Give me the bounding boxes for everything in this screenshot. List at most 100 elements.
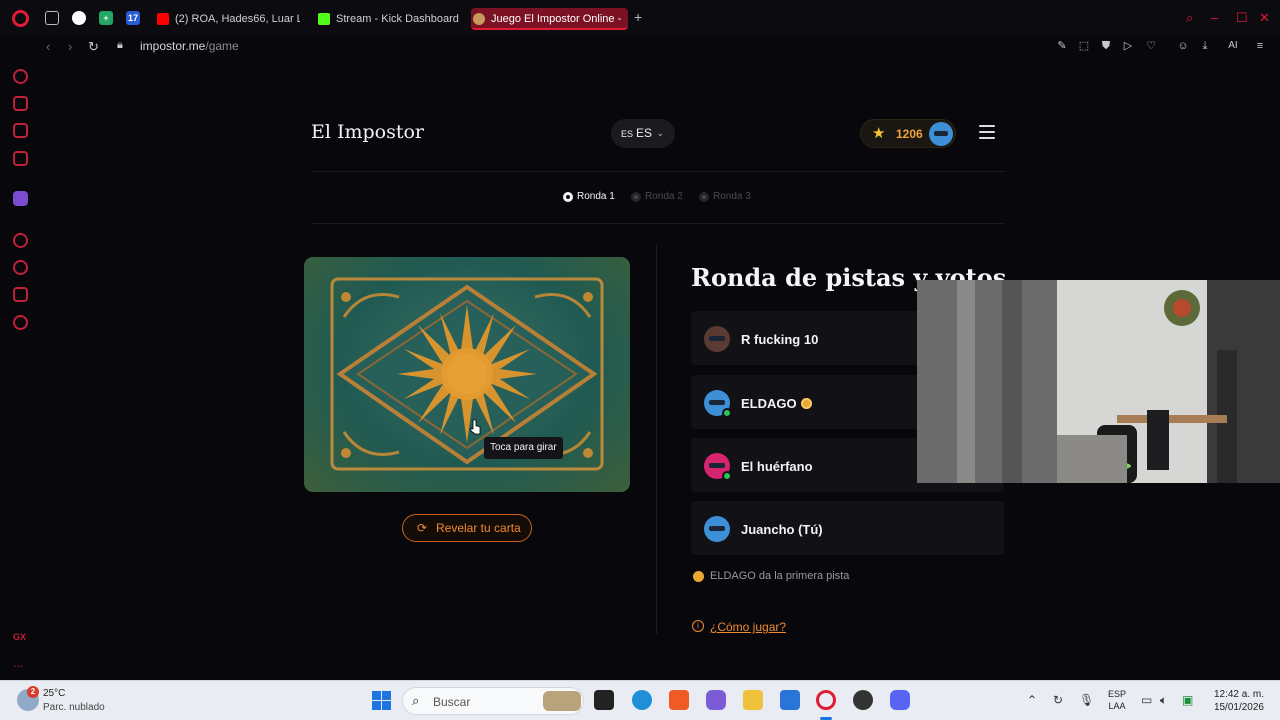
round-dot	[563, 192, 573, 202]
flag-icon: ES	[621, 129, 634, 139]
tab-workspaces-icon[interactable]	[45, 11, 59, 25]
ai-label: AI	[1228, 40, 1238, 51]
tab-label: Juego El Impostor Online -	[491, 13, 622, 25]
tab-search-icon[interactable]: ⌕	[1186, 10, 1193, 26]
avatar	[704, 326, 730, 352]
ai-button[interactable]: AI	[1221, 40, 1245, 52]
keyboard-language[interactable]: ESP LAA	[1108, 688, 1126, 712]
player-row[interactable]: Juancho (Tú)	[691, 501, 1004, 555]
flip-icon: ⟳	[417, 521, 428, 535]
how-to-play-link[interactable]: i ¿Cómo jugar?	[692, 620, 786, 634]
site-title[interactable]: El Impostor	[311, 121, 424, 143]
easy-setup-icon[interactable]: ≡	[1254, 40, 1266, 52]
gx-corner-icon[interactable]	[13, 96, 28, 111]
discord-icon[interactable]	[890, 690, 910, 710]
forward-button[interactable]: ›	[68, 39, 72, 54]
info-icon: i	[692, 620, 704, 632]
maximize-button[interactable]: ☐	[1236, 10, 1248, 26]
weather-temperature[interactable]: 25°C	[43, 688, 65, 699]
task-view-icon[interactable]	[594, 690, 614, 710]
search-highlight-icon	[543, 691, 581, 711]
hamburger-menu-icon[interactable]	[979, 125, 995, 139]
clock-date: 15/01/2026	[1213, 702, 1264, 713]
round-label: Ronda 1	[577, 191, 615, 202]
reveal-card-button[interactable]: ⟳ Revelar tu carta	[402, 514, 532, 542]
pinned-calendar-icon[interactable]: 17	[126, 11, 140, 25]
microphone-icon[interactable]: 🎙︎	[1079, 693, 1094, 707]
profile-icon[interactable]: ☺	[1177, 40, 1189, 52]
webcam-feed-image	[917, 280, 1280, 483]
gx-label: GX	[13, 632, 27, 642]
snapshot-icon[interactable]: ⬚	[1078, 40, 1090, 52]
close-button[interactable]: ✕	[1259, 10, 1270, 26]
lock-icon[interactable]: 🔒︎	[117, 39, 123, 52]
first-clue-note: ELDAGO da la primera pista	[693, 570, 849, 582]
round-step-2: Ronda 2	[631, 191, 683, 202]
battery-icon[interactable]: ▣	[1182, 693, 1193, 707]
browser-tab-strip: + 17 (2) ROA, Hades66, Luar La Stream - …	[0, 0, 1280, 36]
shield-icon[interactable]: ⛊	[1100, 40, 1112, 52]
language-selector[interactable]: ES ES ⌄	[611, 119, 675, 148]
opera-menu-icon[interactable]	[12, 10, 29, 27]
player-name: El huérfano	[741, 459, 813, 474]
round-label: Ronda 3	[713, 191, 751, 202]
history-icon[interactable]	[13, 260, 28, 275]
outlook-icon[interactable]	[780, 690, 800, 710]
tab-kick[interactable]: Stream - Kick Dashboard	[316, 8, 466, 30]
play-icon[interactable]: ▷	[1122, 40, 1134, 52]
volume-icon[interactable]: 🔈︎	[1160, 693, 1167, 708]
url-field[interactable]: impostor.me/game	[140, 39, 239, 53]
score-badge[interactable]: ★ 1206	[860, 119, 956, 148]
player-name: Juancho (Tú)	[741, 522, 823, 537]
role-card[interactable]	[304, 257, 630, 492]
download-icon[interactable]: ⤓	[1199, 40, 1211, 52]
round-step-1: Ronda 1	[563, 191, 615, 202]
url-host: impostor.me	[140, 39, 206, 53]
taskbar-clock[interactable]: 12:42 a. m. 15/01/2026	[1206, 688, 1264, 714]
settings-icon[interactable]	[13, 315, 28, 330]
opera-gx-taskbar-icon[interactable]	[816, 690, 836, 710]
gx-control-icon[interactable]	[13, 69, 28, 84]
search-placeholder: Buscar	[433, 695, 471, 709]
heart-icon[interactable]: ♡	[1145, 40, 1157, 52]
kick-icon	[318, 13, 330, 25]
brave-icon[interactable]	[669, 690, 689, 710]
back-button[interactable]: ‹	[46, 39, 50, 54]
language-code: ES	[636, 126, 653, 140]
network-icon[interactable]: ▭	[1141, 693, 1152, 707]
obs-icon[interactable]	[853, 690, 873, 710]
pinned-site-icon[interactable]	[72, 11, 86, 25]
webcam-overlay	[917, 280, 1280, 483]
new-tab-button[interactable]: +	[634, 9, 642, 25]
lang-line1: ESP	[1108, 689, 1127, 699]
chevron-up-icon[interactable]: ⌃	[1027, 693, 1037, 707]
how-to-play-label: ¿Cómo jugar?	[710, 620, 787, 634]
youtube-icon	[157, 13, 169, 25]
file-explorer-icon[interactable]	[743, 690, 763, 710]
round-dot	[631, 192, 641, 202]
music-player-icon[interactable]	[13, 151, 28, 166]
pinned-sheets-icon[interactable]: +	[99, 11, 113, 25]
taskbar-search-input[interactable]: ⌕ Buscar	[402, 687, 584, 715]
divider	[311, 223, 1004, 224]
windows-start-icon[interactable]	[372, 691, 391, 710]
lang-line2: LAA	[1108, 701, 1126, 711]
sync-icon[interactable]: ↻	[1053, 693, 1063, 707]
player-icon[interactable]	[13, 233, 28, 248]
twitch-icon[interactable]	[13, 191, 28, 206]
weather-description[interactable]: Parc. nublado	[43, 702, 105, 713]
gx-store-icon[interactable]	[13, 123, 28, 138]
edge-icon[interactable]	[632, 690, 652, 710]
copilot-icon[interactable]	[706, 690, 726, 710]
player-name: R fucking 10	[741, 332, 819, 347]
screen: + 17 (2) ROA, Hades66, Luar La Stream - …	[0, 0, 1280, 720]
tab-impostor[interactable]: Juego El Impostor Online -	[471, 8, 628, 30]
sun-icon	[801, 398, 812, 409]
tab-youtube[interactable]: (2) ROA, Hades66, Luar La	[155, 8, 300, 30]
pin-icon[interactable]: ✎	[1056, 40, 1068, 52]
extensions-icon[interactable]	[13, 287, 28, 302]
sidebar-more-icon[interactable]: ...	[13, 656, 23, 670]
reveal-card-label: Revelar tu carta	[436, 521, 521, 535]
minimize-button[interactable]: –	[1211, 10, 1218, 25]
reload-icon[interactable]: ↻	[88, 39, 99, 55]
